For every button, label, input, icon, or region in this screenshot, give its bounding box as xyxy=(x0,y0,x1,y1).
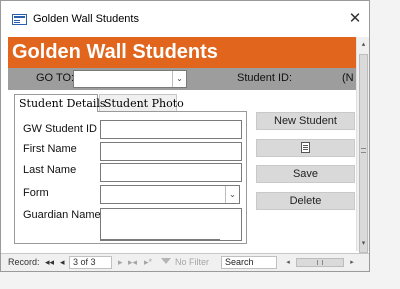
tab-student-photo[interactable]: Student Photo xyxy=(99,94,184,112)
new-student-button[interactable]: New Student xyxy=(256,112,355,130)
scroll-left-icon[interactable]: ◂ xyxy=(283,257,293,268)
form-combo[interactable]: ⌄ xyxy=(100,185,240,204)
horizontal-scroll-thumb[interactable] xyxy=(296,258,344,267)
last-record-icon[interactable]: ▸◂ xyxy=(128,257,137,268)
current-record-field[interactable]: 3 of 3 xyxy=(69,256,112,269)
scroll-down-icon[interactable]: ▾ xyxy=(357,238,370,250)
gw-student-id-field[interactable] xyxy=(100,120,242,139)
chevron-down-icon[interactable]: ⌄ xyxy=(172,71,186,87)
report-button[interactable] xyxy=(256,139,355,157)
form-header: Golden Wall Students xyxy=(8,37,356,68)
guardian-name-label: Guardian Name xyxy=(23,209,101,221)
student-id-value: (N xyxy=(342,72,354,84)
scroll-up-icon[interactable]: ▴ xyxy=(357,39,370,51)
scroll-right-icon[interactable]: ▸ xyxy=(347,257,357,268)
grip-icon xyxy=(361,148,366,153)
last-name-field[interactable] xyxy=(100,163,242,182)
form-window: Golden Wall Students ✕ Golden Wall Stude… xyxy=(0,0,370,272)
tab-student-details[interactable]: Student Details xyxy=(14,94,106,112)
title-bar: Golden Wall Students ✕ xyxy=(1,1,369,37)
record-label: Record: xyxy=(8,257,40,267)
guardian-name-field[interactable] xyxy=(100,208,242,241)
first-record-icon[interactable]: ◂◂ xyxy=(45,257,54,268)
last-name-label: Last Name xyxy=(23,164,77,176)
window-title: Golden Wall Students xyxy=(33,13,139,25)
filter-icon xyxy=(161,258,171,266)
vertical-scroll-thumb[interactable] xyxy=(359,54,368,253)
student-id-label: Student ID: xyxy=(237,72,293,84)
vertical-scrollbar[interactable]: ▴ ▾ xyxy=(356,37,370,253)
first-name-label: First Name xyxy=(23,143,77,155)
previous-record-icon[interactable]: ◂ xyxy=(60,257,65,268)
record-navigation-bar: Record: ◂◂ ◂ 3 of 3 ▸ ▸◂ ▸* No Filter Se… xyxy=(1,253,369,271)
goto-bar: GO TO: ⌄ Student ID: (N xyxy=(8,68,356,90)
delete-button[interactable]: Delete xyxy=(256,192,355,210)
first-name-field[interactable] xyxy=(100,142,242,161)
grip-icon xyxy=(317,260,323,265)
form-header-title: Golden Wall Students xyxy=(12,41,218,63)
goto-combo[interactable]: ⌄ xyxy=(73,70,187,88)
save-button[interactable]: Save xyxy=(256,165,355,183)
goto-label: GO TO: xyxy=(36,72,75,84)
search-input[interactable]: Search xyxy=(221,256,277,269)
form-icon xyxy=(12,14,27,25)
gw-student-id-label: GW Student ID xyxy=(23,123,97,135)
no-filter-button[interactable]: No Filter xyxy=(161,257,209,267)
new-record-icon[interactable]: ▸* xyxy=(144,257,152,268)
close-button[interactable]: ✕ xyxy=(347,11,363,27)
form-label: Form xyxy=(23,187,49,199)
next-record-icon[interactable]: ▸ xyxy=(118,257,123,268)
student-details-page: GW Student ID First Name Last Name Form … xyxy=(14,111,247,244)
next-field-partial xyxy=(100,239,220,243)
report-icon xyxy=(301,142,310,153)
horizontal-scrollbar[interactable]: ◂ ▸ xyxy=(283,257,358,268)
chevron-down-icon[interactable]: ⌄ xyxy=(225,186,239,203)
